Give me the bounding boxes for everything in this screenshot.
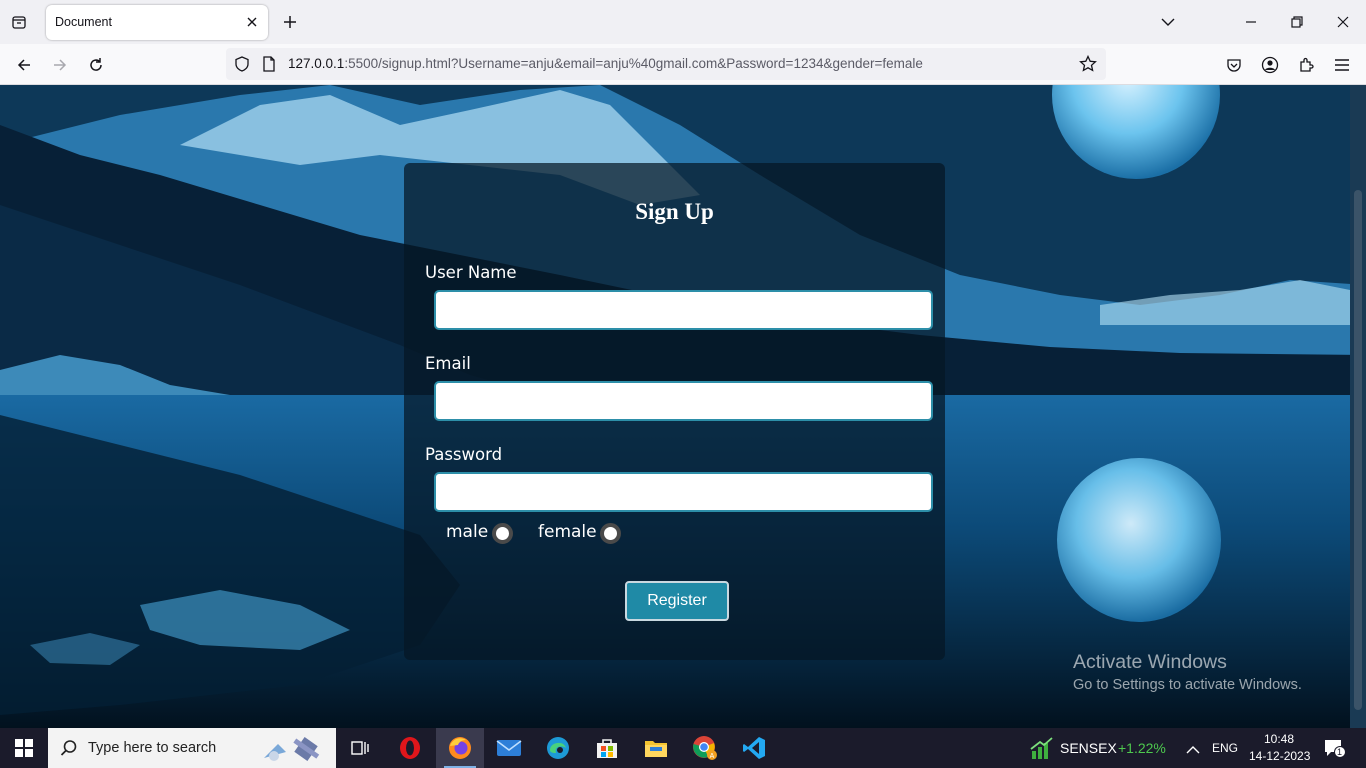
windows-taskbar: Type here to search A SENSEX +1.22% ENG … xyxy=(0,728,1366,768)
url-text: 127.0.0.1:5500/signup.html?Username=anju… xyxy=(288,56,923,71)
address-bar[interactable]: 127.0.0.1:5500/signup.html?Username=anju… xyxy=(226,48,1106,80)
notification-icon[interactable] xyxy=(1324,739,1346,763)
email-label: Email xyxy=(425,354,471,373)
url-path: :5500/signup.html?Username=anju&email=an… xyxy=(344,56,923,71)
notification-count: 1 xyxy=(1337,747,1343,757)
gender-female-label: female xyxy=(538,522,597,542)
tracking-protection-icon[interactable] xyxy=(234,56,250,76)
bookmark-star-icon[interactable] xyxy=(1079,54,1097,77)
edge-icon[interactable] xyxy=(534,728,582,768)
gender-male-radio[interactable] xyxy=(492,523,513,544)
restore-icon[interactable] xyxy=(1285,10,1309,34)
forward-icon[interactable] xyxy=(48,53,72,77)
browser-nav-bar: 127.0.0.1:5500/signup.html?Username=anju… xyxy=(0,44,1366,85)
sensex-chart-icon[interactable] xyxy=(1030,737,1054,763)
file-explorer-icon[interactable] xyxy=(632,728,680,768)
microsoft-store-icon[interactable] xyxy=(583,728,631,768)
minimize-icon[interactable] xyxy=(1239,10,1263,34)
activate-windows-subtitle: Go to Settings to activate Windows. xyxy=(1073,677,1302,693)
extensions-icon[interactable] xyxy=(1294,53,1318,77)
password-label: Password xyxy=(425,445,503,464)
browser-tab-bar: Document xyxy=(0,0,1366,44)
password-input[interactable] xyxy=(434,472,933,512)
pocket-icon[interactable] xyxy=(1222,53,1246,77)
tab-title: Document xyxy=(55,15,112,29)
reload-icon[interactable] xyxy=(84,53,108,77)
back-icon[interactable] xyxy=(12,53,36,77)
vscode-icon[interactable] xyxy=(730,728,778,768)
page-info-icon[interactable] xyxy=(262,56,276,76)
search-highlight-icon[interactable] xyxy=(260,734,322,768)
stock-change[interactable]: +1.22% xyxy=(1118,740,1166,756)
taskbar-search-box[interactable]: Type here to search xyxy=(48,728,336,768)
page-content: Sign Up User Name Email Password male fe… xyxy=(0,85,1366,728)
stock-name[interactable]: SENSEX xyxy=(1060,740,1117,756)
activate-windows-title: Activate Windows xyxy=(1073,651,1227,673)
show-hidden-icons-icon[interactable] xyxy=(1186,741,1200,760)
username-label: User Name xyxy=(425,263,517,282)
page-scrollbar[interactable] xyxy=(1350,85,1366,728)
task-view-icon[interactable] xyxy=(336,728,384,768)
clock-time[interactable]: 10:48 xyxy=(1264,732,1294,746)
tab-document[interactable]: Document xyxy=(46,5,268,40)
username-input[interactable] xyxy=(434,290,933,330)
svg-text:A: A xyxy=(710,753,715,760)
activate-windows-watermark: Activate Windows Go to Settings to activ… xyxy=(1073,651,1302,693)
register-button[interactable]: Register xyxy=(625,581,729,621)
account-icon[interactable] xyxy=(1258,53,1282,77)
tab-list-icon[interactable] xyxy=(8,11,30,33)
gender-male-label: male xyxy=(446,522,489,542)
gender-female-radio[interactable] xyxy=(600,523,621,544)
windows-start-icon[interactable] xyxy=(0,728,48,768)
form-title: Sign Up xyxy=(635,199,714,224)
email-input[interactable] xyxy=(434,381,933,421)
firefox-icon[interactable] xyxy=(436,728,484,768)
menu-icon[interactable] xyxy=(1330,53,1354,77)
close-window-icon[interactable] xyxy=(1331,10,1355,34)
chrome-icon[interactable]: A xyxy=(681,728,729,768)
scroll-thumb[interactable] xyxy=(1354,190,1362,710)
opera-icon[interactable] xyxy=(386,728,434,768)
clock-date[interactable]: 14-12-2023 xyxy=(1249,749,1310,763)
new-tab-icon[interactable] xyxy=(280,12,300,32)
signup-form: Sign Up User Name Email Password male fe… xyxy=(404,163,945,660)
search-placeholder: Type here to search xyxy=(88,740,217,756)
close-tab-icon[interactable] xyxy=(244,14,260,30)
search-icon xyxy=(60,739,78,761)
list-all-tabs-icon[interactable] xyxy=(1156,10,1180,34)
url-host: 127.0.0.1 xyxy=(288,56,345,71)
language-indicator[interactable]: ENG xyxy=(1212,741,1238,755)
mail-icon[interactable] xyxy=(485,728,533,768)
